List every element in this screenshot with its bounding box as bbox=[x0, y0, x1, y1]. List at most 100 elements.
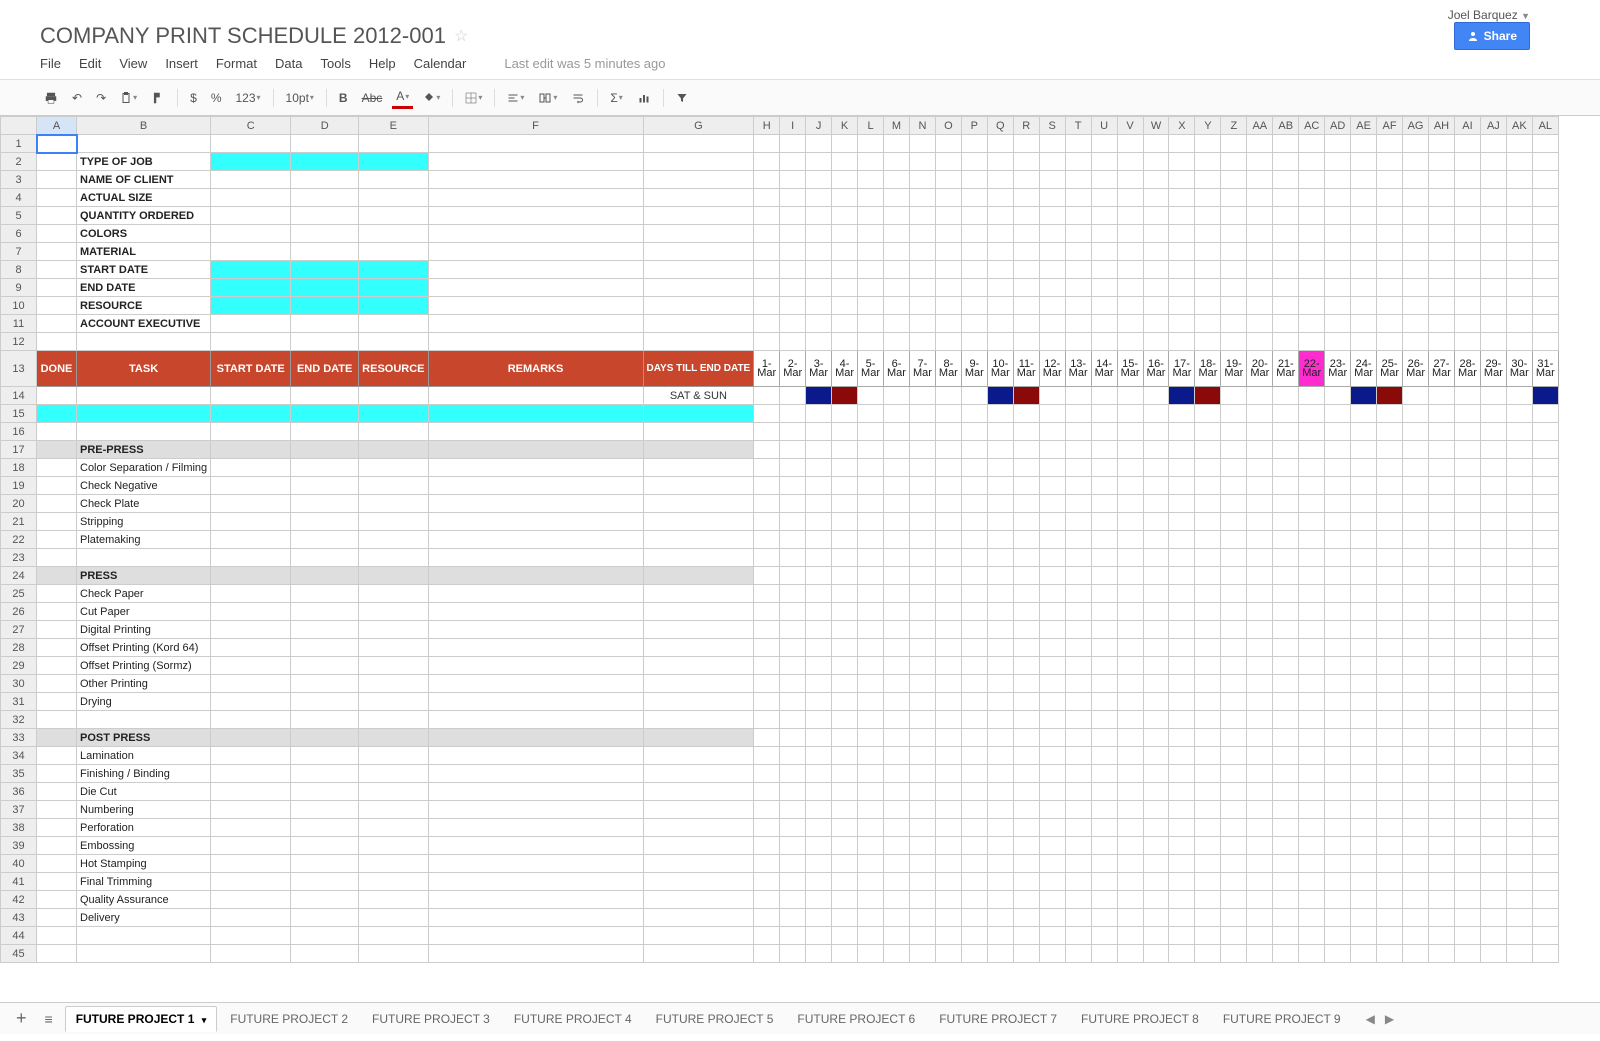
sheet-tab[interactable]: FUTURE PROJECT 8 bbox=[1070, 1006, 1210, 1032]
add-sheet-button[interactable]: + bbox=[10, 1008, 33, 1029]
task-cell[interactable]: Offset Printing (Kord 64) bbox=[77, 639, 211, 657]
chart-button[interactable] bbox=[633, 89, 655, 107]
row-header[interactable]: 13 bbox=[1, 351, 37, 387]
col-header[interactable]: G bbox=[643, 117, 754, 135]
task-cell[interactable]: Platemaking bbox=[77, 531, 211, 549]
sheet-tab[interactable]: FUTURE PROJECT 2 bbox=[219, 1006, 359, 1032]
col-header[interactable]: AJ bbox=[1480, 117, 1506, 135]
sheet-tab[interactable]: FUTURE PROJECT 9 bbox=[1212, 1006, 1352, 1032]
row-header[interactable]: 39 bbox=[1, 837, 37, 855]
col-header[interactable]: I bbox=[780, 117, 806, 135]
row-header[interactable]: 3 bbox=[1, 171, 37, 189]
menu-tools[interactable]: Tools bbox=[320, 56, 350, 71]
task-cell[interactable]: Digital Printing bbox=[77, 621, 211, 639]
row-header[interactable]: 7 bbox=[1, 243, 37, 261]
doc-title[interactable]: COMPANY PRINT SCHEDULE 2012-001 bbox=[40, 23, 446, 49]
row-header[interactable]: 33 bbox=[1, 729, 37, 747]
row-header[interactable]: 12 bbox=[1, 333, 37, 351]
row-header[interactable]: 25 bbox=[1, 585, 37, 603]
all-sheets-button[interactable]: ≡ bbox=[39, 1011, 59, 1027]
col-header[interactable]: AG bbox=[1403, 117, 1429, 135]
col-header[interactable]: T bbox=[1065, 117, 1091, 135]
format-percent[interactable]: % bbox=[207, 88, 226, 108]
row-header[interactable]: 38 bbox=[1, 819, 37, 837]
share-button[interactable]: Share bbox=[1454, 22, 1530, 50]
row-header[interactable]: 44 bbox=[1, 927, 37, 945]
menu-calendar[interactable]: Calendar bbox=[414, 56, 467, 71]
col-header[interactable]: Z bbox=[1221, 117, 1247, 135]
col-header[interactable]: X bbox=[1169, 117, 1195, 135]
task-cell[interactable]: Cut Paper bbox=[77, 603, 211, 621]
row-header[interactable]: 23 bbox=[1, 549, 37, 567]
task-cell[interactable]: Check Plate bbox=[77, 495, 211, 513]
fill-color-button[interactable]: ▾ bbox=[419, 89, 444, 107]
strike-button[interactable]: Abc bbox=[358, 88, 387, 108]
col-header[interactable]: A bbox=[37, 117, 77, 135]
col-header[interactable]: AD bbox=[1325, 117, 1351, 135]
row-header[interactable]: 14 bbox=[1, 387, 37, 405]
row-header[interactable]: 31 bbox=[1, 693, 37, 711]
row-header[interactable]: 27 bbox=[1, 621, 37, 639]
row-header[interactable]: 40 bbox=[1, 855, 37, 873]
row-header[interactable]: 32 bbox=[1, 711, 37, 729]
col-header[interactable]: K bbox=[832, 117, 858, 135]
col-header[interactable]: AF bbox=[1377, 117, 1403, 135]
row-header[interactable]: 35 bbox=[1, 765, 37, 783]
spreadsheet-grid[interactable]: ABCDEFGHIJKLMNOPQRSTUVWXYZAAABACADAEAFAG… bbox=[0, 116, 1559, 963]
text-color-button[interactable]: A▾ bbox=[392, 86, 413, 109]
task-cell[interactable]: Check Negative bbox=[77, 477, 211, 495]
row-header[interactable]: 34 bbox=[1, 747, 37, 765]
row-header[interactable]: 9 bbox=[1, 279, 37, 297]
row-header[interactable]: 41 bbox=[1, 873, 37, 891]
col-header[interactable]: U bbox=[1091, 117, 1117, 135]
undo-icon[interactable]: ↶ bbox=[68, 88, 86, 108]
task-cell[interactable]: Perforation bbox=[77, 819, 211, 837]
paint-format-icon[interactable] bbox=[147, 88, 169, 108]
task-cell[interactable]: Die Cut bbox=[77, 783, 211, 801]
filter-button[interactable] bbox=[672, 89, 692, 107]
task-cell[interactable]: Finishing / Binding bbox=[77, 765, 211, 783]
task-cell[interactable]: Embossing bbox=[77, 837, 211, 855]
row-header[interactable]: 24 bbox=[1, 567, 37, 585]
col-header[interactable]: AE bbox=[1351, 117, 1377, 135]
task-cell[interactable]: Other Printing bbox=[77, 675, 211, 693]
col-header[interactable]: AL bbox=[1532, 117, 1558, 135]
col-header[interactable]: AH bbox=[1429, 117, 1455, 135]
menu-view[interactable]: View bbox=[119, 56, 147, 71]
row-header[interactable]: 8 bbox=[1, 261, 37, 279]
col-header[interactable]: L bbox=[858, 117, 884, 135]
col-header[interactable]: M bbox=[884, 117, 910, 135]
col-header[interactable]: AI bbox=[1454, 117, 1480, 135]
row-header[interactable]: 22 bbox=[1, 531, 37, 549]
menu-edit[interactable]: Edit bbox=[79, 56, 101, 71]
task-cell[interactable]: Drying bbox=[77, 693, 211, 711]
row-header[interactable]: 30 bbox=[1, 675, 37, 693]
col-header[interactable]: W bbox=[1143, 117, 1169, 135]
star-icon[interactable]: ☆ bbox=[454, 26, 468, 46]
row-header[interactable]: 42 bbox=[1, 891, 37, 909]
tab-next-icon[interactable]: ▶ bbox=[1385, 1012, 1394, 1026]
clipboard-icon[interactable]: ▾ bbox=[116, 88, 141, 108]
task-cell[interactable]: Stripping bbox=[77, 513, 211, 531]
col-header[interactable]: D bbox=[291, 117, 359, 135]
sheet-tab[interactable]: FUTURE PROJECT 5 bbox=[645, 1006, 785, 1032]
row-header[interactable]: 4 bbox=[1, 189, 37, 207]
col-header[interactable]: J bbox=[806, 117, 832, 135]
menu-file[interactable]: File bbox=[40, 56, 61, 71]
row-header[interactable]: 29 bbox=[1, 657, 37, 675]
sheet-tab[interactable]: FUTURE PROJECT 4 bbox=[503, 1006, 643, 1032]
col-header[interactable]: N bbox=[909, 117, 935, 135]
task-cell[interactable]: Color Separation / Filming bbox=[77, 459, 211, 477]
wrap-button[interactable] bbox=[567, 89, 589, 107]
redo-icon[interactable]: ↷ bbox=[92, 88, 110, 108]
row-header[interactable]: 28 bbox=[1, 639, 37, 657]
col-header[interactable]: E bbox=[359, 117, 428, 135]
task-cell[interactable]: Hot Stamping bbox=[77, 855, 211, 873]
bold-button[interactable]: B bbox=[335, 88, 352, 108]
sheet-tab[interactable]: FUTURE PROJECT 6 bbox=[786, 1006, 926, 1032]
borders-button[interactable]: ▾ bbox=[461, 89, 486, 107]
row-header[interactable]: 19 bbox=[1, 477, 37, 495]
menu-format[interactable]: Format bbox=[216, 56, 257, 71]
col-header[interactable]: R bbox=[1013, 117, 1039, 135]
format-currency[interactable]: $ bbox=[186, 88, 201, 108]
